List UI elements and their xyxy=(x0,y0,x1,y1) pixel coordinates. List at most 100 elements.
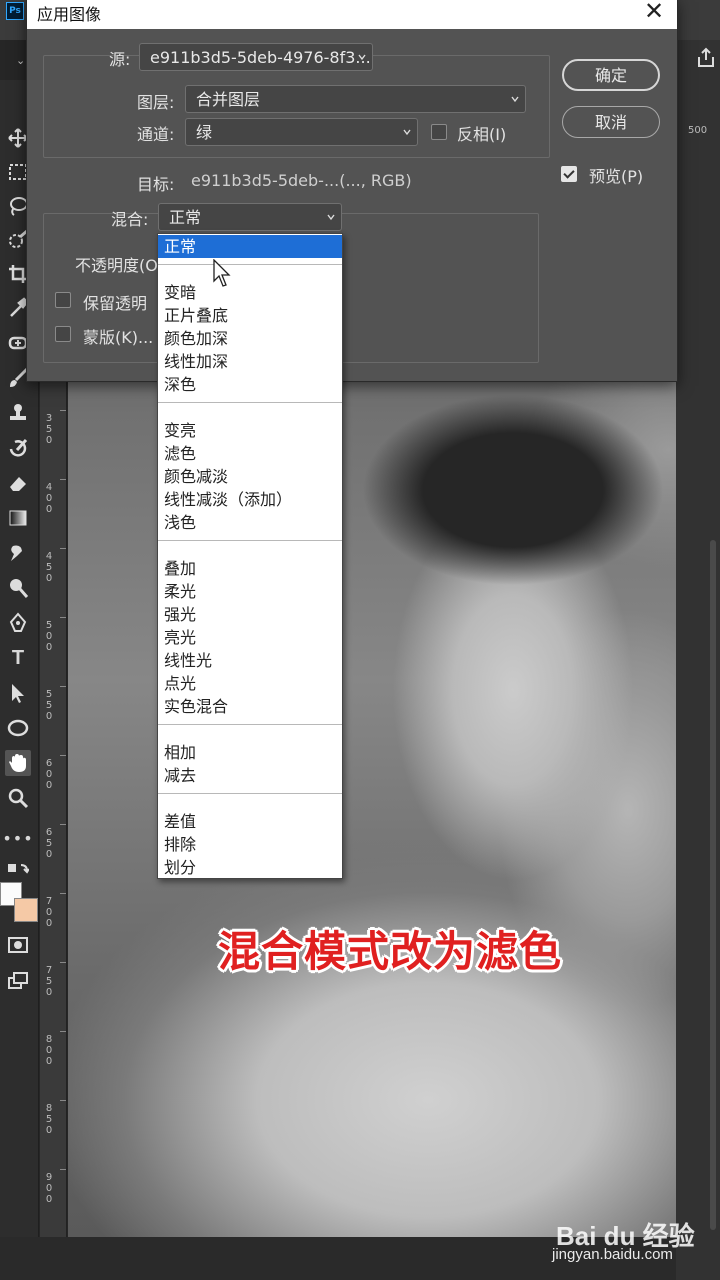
ruler-tick xyxy=(60,686,66,687)
blend-mode-option[interactable]: 强光 xyxy=(158,603,342,626)
target-label: 目标: xyxy=(137,175,175,194)
ruler-label: 0 xyxy=(45,849,53,860)
blend-mode-option[interactable]: 划分 xyxy=(158,856,342,879)
cancel-button[interactable]: 取消 xyxy=(562,106,660,138)
ruler-label: 0 xyxy=(45,435,53,446)
background-color-swatch[interactable] xyxy=(14,898,38,922)
dodge-tool-icon[interactable] xyxy=(5,575,31,601)
channel-label: 通道: xyxy=(137,125,175,144)
ruler-label: 0 xyxy=(45,1056,53,1067)
dialog-titlebar[interactable]: 应用图像 ✕ xyxy=(27,0,677,29)
blend-mode-option[interactable]: 柔光 xyxy=(158,580,342,603)
blend-mode-option[interactable]: 滤色 xyxy=(158,442,342,465)
clone-stamp-tool-icon[interactable] xyxy=(5,400,31,426)
source-select[interactable]: e911b3d5-5deb-4976-8f3... xyxy=(139,43,373,71)
blend-mode-option[interactable]: 差值 xyxy=(158,810,342,833)
blend-mode-option[interactable]: 叠加 xyxy=(158,557,342,580)
close-icon[interactable]: ✕ xyxy=(639,0,669,27)
ruler-tick xyxy=(60,962,66,963)
blend-mode-option[interactable]: 排除 xyxy=(158,833,342,856)
ruler-label: 9 xyxy=(45,1172,53,1183)
blend-mode-option[interactable]: 变暗 xyxy=(158,281,342,304)
eraser-tool-icon[interactable] xyxy=(5,470,31,496)
source-value: e911b3d5-5deb-4976-8f3... xyxy=(150,48,371,67)
blend-mode-option[interactable]: 正常 xyxy=(158,235,342,258)
invert-checkbox[interactable] xyxy=(431,124,447,140)
share-icon[interactable] xyxy=(694,46,718,70)
blend-mode-option[interactable]: 亮光 xyxy=(158,626,342,649)
tool-preset-chevron-icon[interactable]: ⌄ xyxy=(16,54,25,67)
ruler-tick xyxy=(60,824,66,825)
quick-mask-icon[interactable] xyxy=(5,932,31,958)
dropdown-separator xyxy=(158,724,342,725)
preview-checkbox[interactable] xyxy=(561,166,577,182)
ruler-label: 0 xyxy=(45,642,53,653)
dropdown-separator xyxy=(158,540,342,541)
ruler-label: 5 xyxy=(45,976,53,987)
canvas-scrollbar[interactable] xyxy=(710,540,716,1230)
ruler-label: 6 xyxy=(45,827,53,838)
blend-mode-option[interactable]: 深色 xyxy=(158,373,342,396)
channel-select[interactable]: 绿 xyxy=(185,118,418,146)
blend-mode-option[interactable]: 线性加深 xyxy=(158,350,342,373)
blend-mode-option[interactable]: 正片叠底 xyxy=(158,304,342,327)
baidu-watermark-url: jingyan.baidu.com xyxy=(552,1246,673,1263)
more-tools-icon[interactable]: ••• xyxy=(2,825,32,851)
pen-tool-icon[interactable] xyxy=(5,610,31,636)
blend-mode-option[interactable]: 颜色减淡 xyxy=(158,465,342,488)
hand-tool-icon[interactable] xyxy=(5,750,31,776)
blend-mode-option[interactable]: 浅色 xyxy=(158,511,342,534)
ruler-label: 0 xyxy=(45,1183,53,1194)
layer-label: 图层: xyxy=(137,93,175,112)
screen-mode-icon[interactable] xyxy=(5,968,31,994)
layer-select[interactable]: 合并图层 xyxy=(185,85,526,113)
blend-mode-option[interactable]: 变亮 xyxy=(158,419,342,442)
blend-mode-option[interactable]: 线性光 xyxy=(158,649,342,672)
blend-mode-option[interactable]: 线性减淡（添加） xyxy=(158,488,342,511)
type-tool-icon[interactable]: T xyxy=(5,645,31,671)
zoom-tool-icon[interactable] xyxy=(5,785,31,811)
preserve-transparency-checkbox[interactable] xyxy=(55,292,71,308)
dropdown-separator xyxy=(158,264,342,265)
blend-mode-option[interactable]: 颜色加深 xyxy=(158,327,342,350)
gradient-tool-icon[interactable] xyxy=(5,505,31,531)
mask-checkbox[interactable] xyxy=(55,326,71,342)
path-selection-tool-icon[interactable] xyxy=(5,680,31,706)
ruler-label: 5 xyxy=(45,1114,53,1125)
ruler-label: 8 xyxy=(45,1103,53,1114)
ruler-label: 0 xyxy=(45,769,53,780)
top-ruler-label: 500 xyxy=(688,125,708,136)
vertical-ruler: 350400450500550600650700750800850900950 xyxy=(40,380,67,1280)
ruler-label: 0 xyxy=(45,504,53,515)
blend-value: 正常 xyxy=(169,208,202,227)
smudge-tool-icon[interactable] xyxy=(5,540,31,566)
blend-mode-option[interactable]: 点光 xyxy=(158,672,342,695)
ruler-label: 0 xyxy=(45,573,53,584)
blend-mode-option[interactable]: 实色混合 xyxy=(158,695,342,718)
ellipse-tool-icon[interactable] xyxy=(5,715,31,741)
blend-mode-dropdown: 正常变暗 正片叠底 颜色加深 线性加深 深色变亮 滤色 颜色减淡 线性减淡（添加） 浅色叠加 柔光… xyxy=(157,233,343,879)
ruler-label: 3 xyxy=(45,413,53,424)
ruler-label: 5 xyxy=(45,838,53,849)
chevron-down-icon xyxy=(511,96,519,103)
blend-mode-option[interactable]: 减去 xyxy=(158,764,342,787)
ruler-label: 0 xyxy=(45,1194,53,1205)
dropdown-separator xyxy=(158,402,342,403)
target-value: e911b3d5-5deb-...(..., RGB) xyxy=(191,171,412,190)
default-colors-icon[interactable] xyxy=(5,858,31,884)
history-brush-tool-icon[interactable] xyxy=(5,435,31,461)
ok-button[interactable]: 确定 xyxy=(562,59,660,91)
ruler-tick xyxy=(60,1169,66,1170)
ruler-label: 0 xyxy=(45,918,53,929)
chevron-down-icon xyxy=(327,214,335,221)
ruler-label: 4 xyxy=(45,482,53,493)
channel-value: 绿 xyxy=(196,123,213,142)
blend-mode-option[interactable]: 相加 xyxy=(158,741,342,764)
ruler-label: 7 xyxy=(45,965,53,976)
dropdown-separator xyxy=(158,793,342,794)
ruler-tick xyxy=(60,893,66,894)
ruler-label: 8 xyxy=(45,1034,53,1045)
ruler-label: 0 xyxy=(45,631,53,642)
blend-select[interactable]: 正常 xyxy=(158,203,342,231)
ruler-label: 0 xyxy=(45,493,53,504)
